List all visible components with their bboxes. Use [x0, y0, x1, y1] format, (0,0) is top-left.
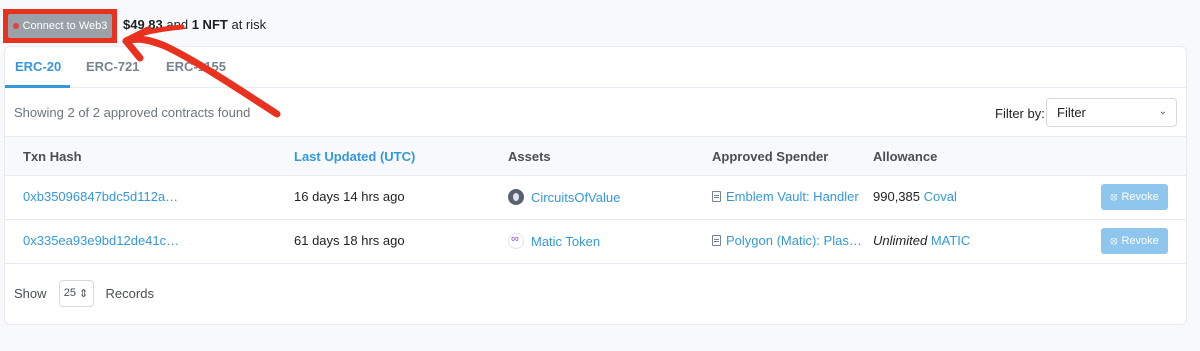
connect-web3-label: Connect to Web3: [22, 20, 108, 32]
revoke-button[interactable]: ⦻ Revoke: [1101, 184, 1168, 210]
contract-icon: [712, 235, 721, 246]
results-summary: Showing 2 of 2 approved contracts found: [14, 105, 251, 120]
table-row: 0x335ea93e9bd12de41c… 61 days 18 hrs ago…: [5, 220, 1186, 264]
show-label: Show: [14, 285, 47, 301]
allowance: 990,385 Coval: [873, 189, 957, 204]
header-assets: Assets: [508, 149, 551, 164]
allowance-token-link[interactable]: Coval: [924, 189, 957, 204]
contract-icon: [712, 191, 721, 202]
chevron-down-icon: ⌄: [1158, 106, 1167, 117]
pagination-footer: Show 25 ⇕ Records: [14, 279, 154, 307]
table-row: 0xb35096847bdc5d112a… 16 days 14 hrs ago…: [5, 176, 1186, 220]
coval-token-icon: [508, 189, 524, 205]
risk-nft-count: 1 NFT: [191, 17, 228, 32]
filter-label: Filter by:: [995, 106, 1045, 121]
top-bar: Connect to Web3 $49.83 and 1 NFT at risk: [0, 0, 1200, 48]
filter-select-value: Filter: [1057, 105, 1086, 120]
connect-web3-button[interactable]: Connect to Web3: [8, 14, 112, 38]
asset-name: CircuitsOfValue: [531, 190, 621, 205]
active-tab-indicator: [5, 85, 70, 88]
spender-name: Emblem Vault: Handler: [726, 189, 859, 204]
records-value: 25: [63, 287, 77, 299]
revoke-button[interactable]: ⦻ Revoke: [1101, 228, 1168, 254]
allowance-amount: Unlimited: [873, 233, 928, 248]
records-per-page-select[interactable]: 25 ⇕: [58, 279, 94, 307]
spender-name: Polygon (Matic): Plas…: [726, 233, 862, 248]
risk-summary: $49.83 and 1 NFT at risk: [123, 17, 266, 32]
header-txn-hash: Txn Hash: [23, 149, 82, 164]
filter-select[interactable]: Filter ⌄: [1046, 98, 1177, 127]
header-last-updated[interactable]: Last Updated (UTC): [294, 149, 415, 164]
revoke-label: Revoke: [1121, 235, 1159, 247]
header-allowance: Allowance: [873, 149, 938, 164]
asset-link[interactable]: CircuitsOfValue: [508, 189, 620, 205]
approvals-card: ERC-20 ERC-721 ERC-1155 Showing 2 of 2 a…: [4, 46, 1187, 325]
last-updated: 61 days 18 hrs ago: [294, 233, 405, 248]
txn-hash-link[interactable]: 0x335ea93e9bd12de41c…: [23, 233, 179, 248]
tab-erc721[interactable]: ERC-721: [86, 59, 139, 74]
allowance-amount: 990,385: [873, 189, 920, 204]
status-dot-icon: [12, 23, 19, 29]
matic-token-icon: [508, 233, 524, 249]
unlink-icon: ⦻: [1110, 234, 1118, 247]
tab-erc1155[interactable]: ERC-1155: [166, 59, 226, 74]
spender-link[interactable]: Emblem Vault: Handler: [712, 189, 859, 204]
risk-suffix: at risk: [231, 17, 267, 32]
last-updated: 16 days 14 hrs ago: [294, 189, 405, 204]
updown-chevron-icon: ⇕: [79, 287, 89, 300]
asset-name: Matic Token: [531, 234, 601, 249]
asset-link[interactable]: Matic Token: [508, 233, 600, 249]
records-label: Records: [105, 285, 154, 301]
txn-hash-link[interactable]: 0xb35096847bdc5d112a…: [23, 189, 178, 204]
token-type-tabs: ERC-20 ERC-721 ERC-1155: [5, 47, 1186, 88]
allowance: Unlimited MATIC: [873, 233, 970, 248]
unlink-icon: ⦻: [1110, 190, 1118, 203]
risk-and: and: [166, 17, 189, 32]
tab-erc20[interactable]: ERC-20: [15, 59, 61, 74]
risk-amount: $49.83: [123, 17, 163, 32]
header-approved-spender: Approved Spender: [712, 149, 829, 164]
allowance-token-link[interactable]: MATIC: [931, 233, 970, 248]
spender-link[interactable]: Polygon (Matic): Plas…: [712, 233, 862, 248]
revoke-label: Revoke: [1121, 191, 1159, 203]
table-header: Txn Hash Last Updated (UTC) Assets Appro…: [5, 136, 1186, 176]
